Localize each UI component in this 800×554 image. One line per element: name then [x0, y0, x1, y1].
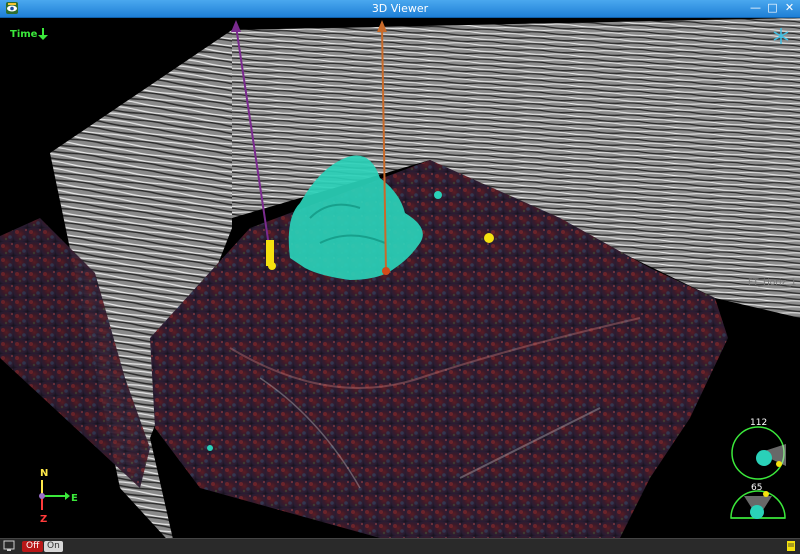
screen-icon[interactable]	[3, 540, 15, 552]
axis-north-label: N	[40, 468, 49, 479]
off-button[interactable]: Off	[22, 541, 44, 552]
arrow-down-icon[interactable]	[37, 27, 49, 41]
note-icon[interactable]	[785, 540, 797, 552]
on-button[interactable]: On	[44, 541, 63, 552]
title-bar: 3D Viewer — □ ✕	[0, 0, 800, 18]
azimuth-readout: 112	[750, 418, 768, 428]
3d-viewport[interactable]: Time FT_Horiz_1 112 65 N E Z	[0, 18, 800, 538]
axis-east-label: E	[71, 493, 78, 504]
elevation-readout: 65	[751, 483, 763, 493]
minimize-button[interactable]: —	[748, 1, 763, 15]
axis-z-label: Z	[40, 514, 48, 525]
maximize-icon: □	[767, 1, 778, 14]
status-bar: Off On	[0, 538, 800, 554]
window-title: 3D Viewer	[371, 2, 429, 15]
scene-render[interactable]	[0, 18, 800, 538]
time-label[interactable]: Time	[10, 29, 37, 40]
snowflake-icon[interactable]	[771, 26, 791, 46]
horizon-label: FT_Horiz_1	[748, 278, 797, 288]
minimize-icon: —	[750, 1, 761, 14]
maximize-button[interactable]: □	[765, 1, 780, 15]
close-button[interactable]: ✕	[782, 1, 797, 15]
marker-point	[484, 233, 494, 243]
close-icon: ✕	[784, 1, 795, 14]
